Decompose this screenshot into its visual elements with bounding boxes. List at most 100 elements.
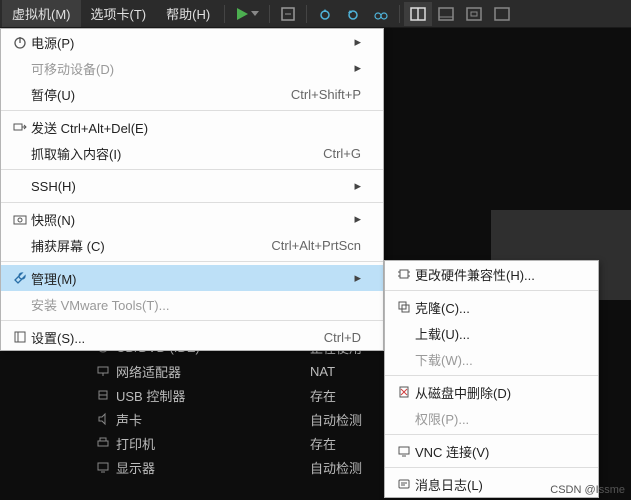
submenu-permissions[interactable]: 权限(P)... <box>385 405 598 431</box>
toolbar-icon-1[interactable] <box>274 2 302 26</box>
clone-icon <box>393 300 415 314</box>
menu-label: 下载(W)... <box>415 350 576 369</box>
menu-label: 发送 Ctrl+Alt+Del(E) <box>31 118 361 137</box>
submenu-delete-from-disk[interactable]: 从磁盘中删除(D) <box>385 379 598 405</box>
menu-label: 更改硬件兼容性(H)... <box>415 265 576 284</box>
vnc-icon <box>393 444 415 458</box>
menu-separator <box>385 467 598 468</box>
sound-icon <box>90 412 116 426</box>
network-icon <box>90 364 116 378</box>
hw-value: 存在 <box>310 434 390 453</box>
view-unity-icon[interactable] <box>488 2 516 26</box>
separator <box>224 5 225 23</box>
menu-separator <box>385 290 598 291</box>
submenu-arrow-icon: ▸ <box>354 34 361 50</box>
submenu-download[interactable]: 下载(W)... <box>385 346 598 372</box>
menu-power[interactable]: 电源(P) ▸ <box>1 29 383 55</box>
menu-label: 电源(P) <box>31 33 334 52</box>
hw-row-network[interactable]: 网络适配器 NAT <box>90 359 390 383</box>
hw-row-usb[interactable]: USB 控制器 存在 <box>90 383 390 407</box>
submenu-hw-compat[interactable]: 更改硬件兼容性(H)... <box>385 261 598 287</box>
menu-accelerator: Ctrl+G <box>323 146 361 161</box>
dropdown-arrow-icon <box>251 11 259 16</box>
log-icon <box>393 477 415 491</box>
menu-label: 权限(P)... <box>415 409 576 428</box>
menu-send-cad[interactable]: 发送 Ctrl+Alt+Del(E) <box>1 114 383 140</box>
menu-label: 安装 VMware Tools(T)... <box>31 295 361 314</box>
wrench-icon <box>9 271 31 285</box>
menu-label: VNC 连接(V) <box>415 442 576 461</box>
menu-accelerator: Ctrl+Alt+PrtScn <box>271 238 361 253</box>
menu-label: 管理(M) <box>31 269 334 288</box>
hw-row-display[interactable]: 显示器 自动检测 <box>90 455 390 479</box>
menu-snapshot[interactable]: 快照(N) ▸ <box>1 206 383 232</box>
menu-separator <box>1 169 383 170</box>
submenu-vnc[interactable]: VNC 连接(V) <box>385 438 598 464</box>
hw-row-printer[interactable]: 打印机 存在 <box>90 431 390 455</box>
delete-icon <box>393 385 415 399</box>
play-button[interactable] <box>229 3 265 25</box>
menu-label: 设置(S)... <box>31 328 294 347</box>
menu-settings[interactable]: 设置(S)... Ctrl+D <box>1 324 383 350</box>
submenu-upload[interactable]: 上载(U)... <box>385 320 598 346</box>
menu-accelerator: Ctrl+Shift+P <box>291 87 361 102</box>
menu-pause[interactable]: 暂停(U) Ctrl+Shift+P <box>1 81 383 107</box>
submenu-arrow-icon: ▸ <box>354 270 361 286</box>
printer-icon <box>90 436 116 450</box>
hw-label: USB 控制器 <box>116 386 310 405</box>
separator <box>399 5 400 23</box>
view-single-icon[interactable] <box>432 2 460 26</box>
menu-label: 捕获屏幕 (C) <box>31 236 241 255</box>
menu-install-tools[interactable]: 安装 VMware Tools(T)... <box>1 291 383 317</box>
separator <box>306 5 307 23</box>
hw-label: 打印机 <box>116 434 310 453</box>
menu-separator <box>1 110 383 111</box>
hw-label: 网络适配器 <box>116 362 310 381</box>
menu-label: 快照(N) <box>31 210 334 229</box>
menu-separator <box>385 375 598 376</box>
power-icon <box>9 35 31 49</box>
hw-value: 自动检测 <box>310 458 390 477</box>
menu-label: 暂停(U) <box>31 85 261 104</box>
view-fullscreen-icon[interactable] <box>460 2 488 26</box>
manage-submenu: 更改硬件兼容性(H)... 克隆(C)... 上载(U)... 下载(W)...… <box>384 260 599 498</box>
menu-tabs[interactable]: 选项卡(T) <box>81 0 157 27</box>
menu-vm[interactable]: 虚拟机(M) <box>2 0 81 27</box>
menu-label: 上载(U)... <box>415 324 576 343</box>
hw-row-sound[interactable]: 声卡 自动检测 <box>90 407 390 431</box>
submenu-clone[interactable]: 克隆(C)... <box>385 294 598 320</box>
menu-label: 抓取输入内容(I) <box>31 144 293 163</box>
submenu-arrow-icon: ▸ <box>354 211 361 227</box>
menubar: 虚拟机(M) 选项卡(T) 帮助(H) <box>0 0 631 28</box>
chip-icon <box>393 267 415 281</box>
settings-icon <box>9 330 31 344</box>
submenu-arrow-icon: ▸ <box>354 178 361 194</box>
menu-accelerator: Ctrl+D <box>324 330 361 345</box>
menu-label: SSH(H) <box>31 179 334 194</box>
menu-grab-input[interactable]: 抓取输入内容(I) Ctrl+G <box>1 140 383 166</box>
menu-separator <box>1 202 383 203</box>
menu-label: 克隆(C)... <box>415 298 576 317</box>
separator <box>269 5 270 23</box>
watermark: CSDN @Issme <box>550 484 625 496</box>
menu-label: 从磁盘中删除(D) <box>415 383 576 402</box>
vm-menu-dropdown: 电源(P) ▸ 可移动设备(D) ▸ 暂停(U) Ctrl+Shift+P 发送… <box>0 28 384 351</box>
hardware-list: CD/DVD (IDE) 正在使用 网络适配器 NAT USB 控制器 存在 声… <box>90 335 390 479</box>
menu-help[interactable]: 帮助(H) <box>156 0 220 27</box>
view-split-icon[interactable] <box>404 2 432 26</box>
hw-label: 显示器 <box>116 458 310 477</box>
snapshot-icon <box>9 212 31 226</box>
menu-removable-devices[interactable]: 可移动设备(D) ▸ <box>1 55 383 81</box>
menu-separator <box>1 261 383 262</box>
snapshot-manage-icon[interactable] <box>367 2 395 26</box>
snapshot-revert-icon[interactable] <box>339 2 367 26</box>
hw-label: 声卡 <box>116 410 310 429</box>
hw-value: 自动检测 <box>310 410 390 429</box>
menu-ssh[interactable]: SSH(H) ▸ <box>1 173 383 199</box>
menu-capture-screen[interactable]: 捕获屏幕 (C) Ctrl+Alt+PrtScn <box>1 232 383 258</box>
snapshot-take-icon[interactable] <box>311 2 339 26</box>
display-icon <box>90 460 116 474</box>
menu-manage[interactable]: 管理(M) ▸ <box>1 265 383 291</box>
menu-label: 可移动设备(D) <box>31 59 334 78</box>
menu-separator <box>1 320 383 321</box>
